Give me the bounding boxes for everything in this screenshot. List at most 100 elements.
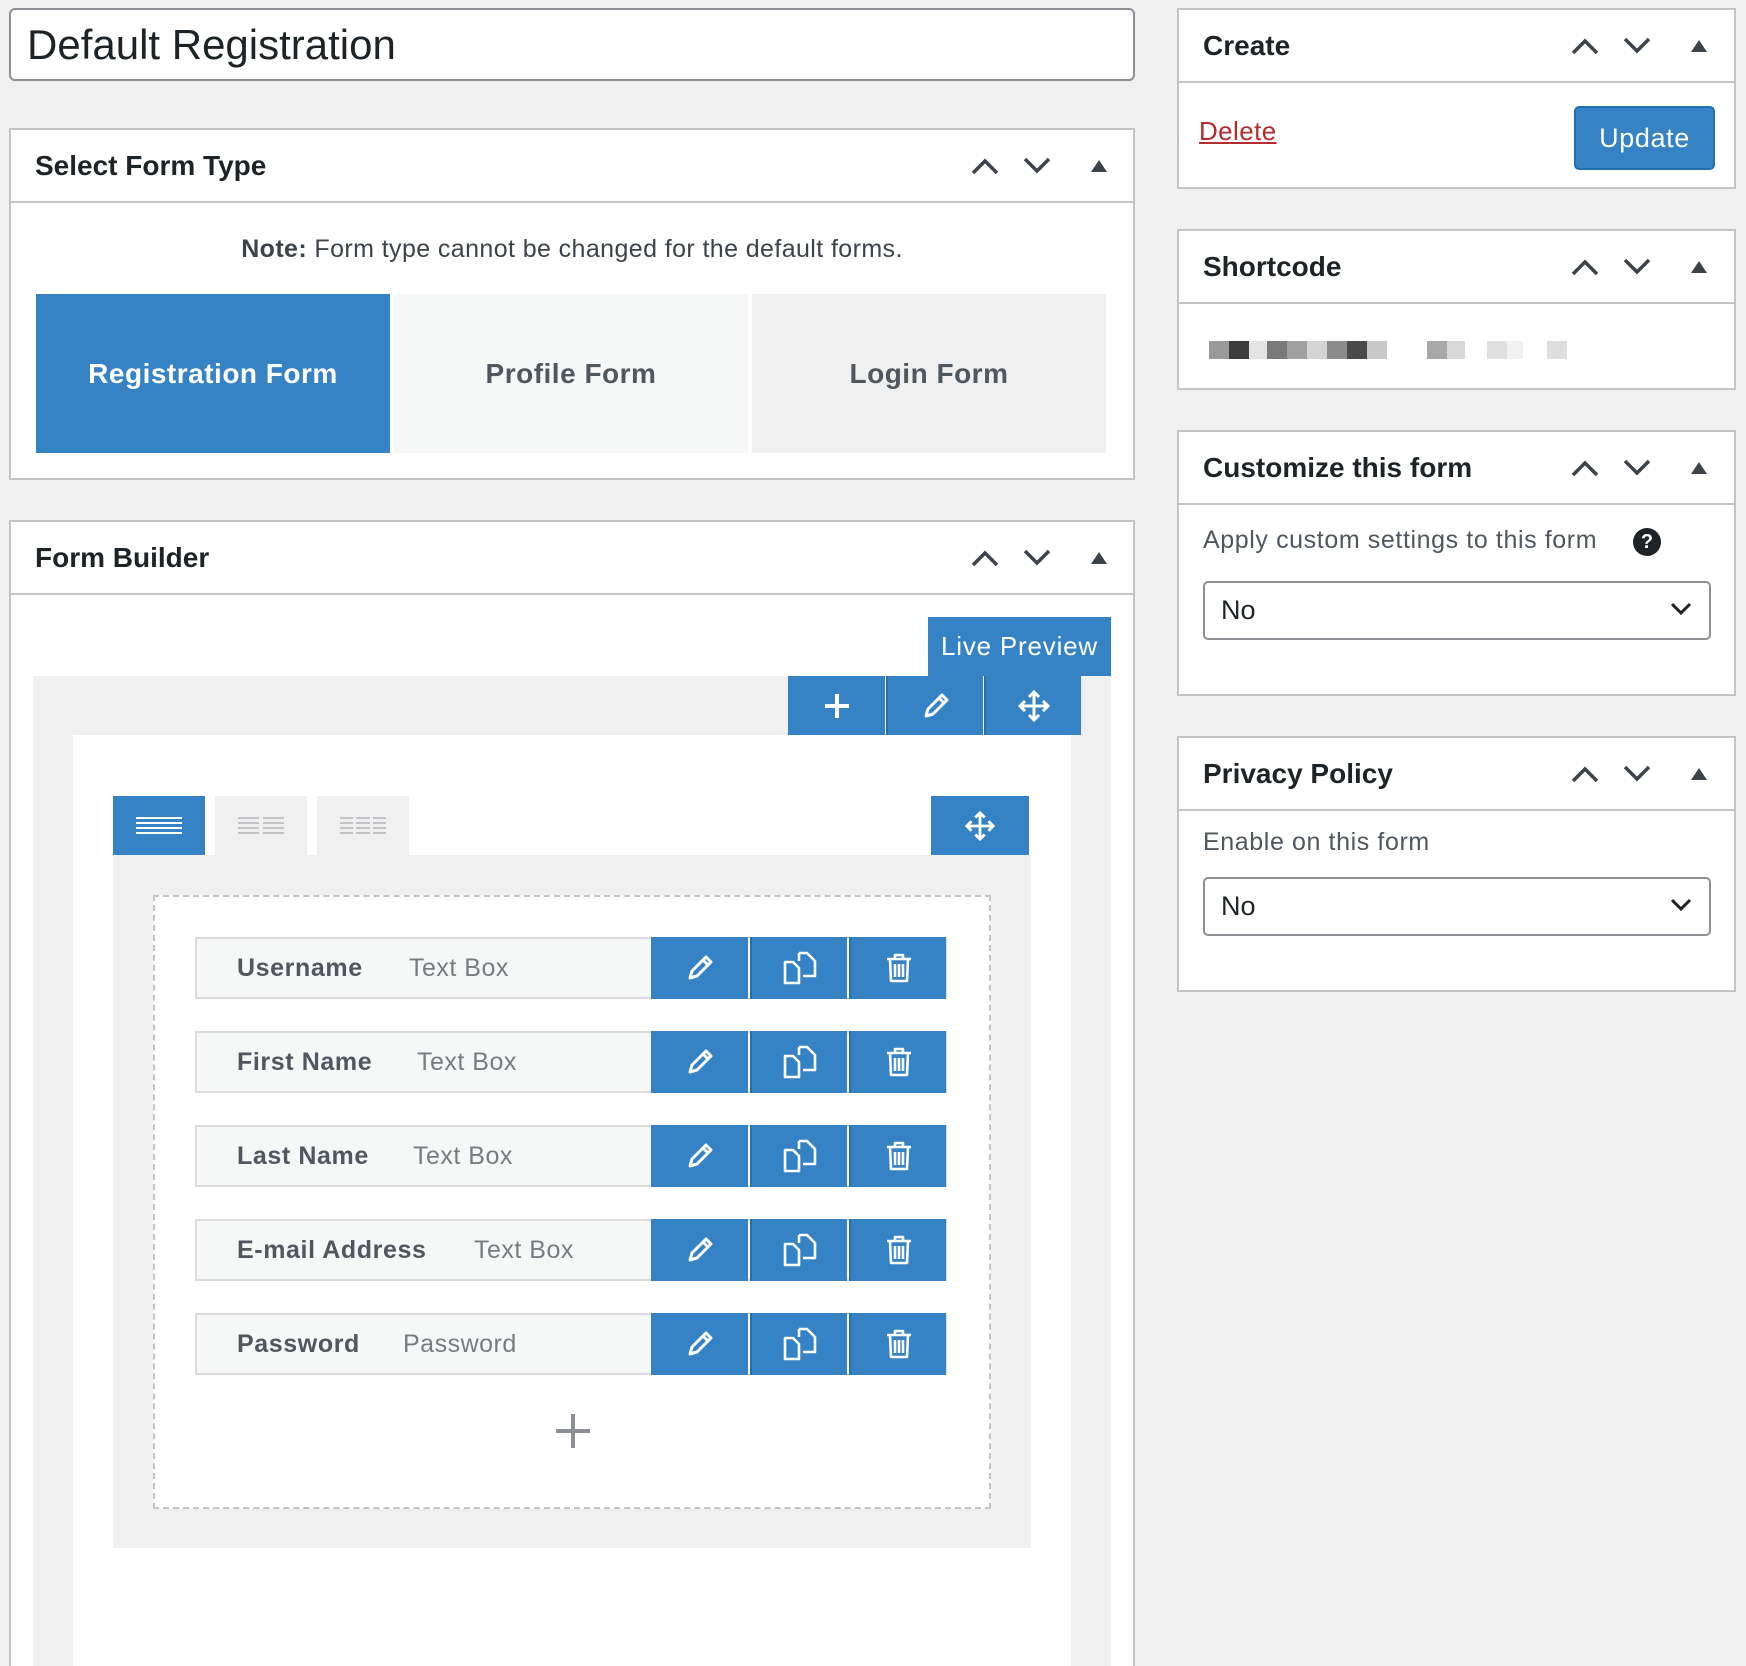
- move-down-icon[interactable]: [1619, 756, 1655, 792]
- edit-row-button[interactable]: [886, 676, 983, 735]
- duplicate-icon: [783, 1327, 816, 1361]
- add-field-button[interactable]: [551, 1409, 595, 1453]
- delete-field-button[interactable]: [849, 1125, 946, 1187]
- live-preview-button[interactable]: Live Preview: [928, 617, 1111, 676]
- field-label: Last Name: [237, 1142, 369, 1170]
- postbox-header: Customize this form: [1179, 432, 1734, 505]
- form-type-note: Note: Form type cannot be changed for th…: [11, 235, 1133, 264]
- postbox-header: Shortcode: [1179, 231, 1734, 304]
- delete-field-button[interactable]: [849, 1219, 946, 1281]
- move-up-icon[interactable]: [1567, 756, 1603, 792]
- chevron-down-icon: [1670, 602, 1692, 616]
- postbox-title: Privacy Policy: [1203, 758, 1393, 789]
- custom-settings-select[interactable]: No: [1203, 581, 1711, 640]
- field-type: Text Box: [417, 1048, 517, 1076]
- layout-three-column-tab[interactable]: [317, 796, 409, 855]
- two-column-icon: [238, 816, 284, 834]
- postbox-header: Form Builder: [11, 522, 1133, 595]
- select-value: No: [1221, 595, 1256, 625]
- postbox-title: Customize this form: [1203, 452, 1473, 483]
- pencil-icon: [688, 1143, 712, 1168]
- field-type: Text Box: [409, 954, 509, 982]
- postbox-header: Create: [1179, 10, 1734, 83]
- move-up-icon[interactable]: [1567, 28, 1603, 64]
- update-button[interactable]: Update: [1574, 106, 1715, 170]
- form-type-login[interactable]: Login Form: [752, 294, 1106, 453]
- duplicate-field-button[interactable]: [750, 1031, 847, 1093]
- field-drop-zone[interactable]: Username Text Box First Name Text Box La…: [153, 895, 991, 1509]
- duplicate-field-button[interactable]: [750, 1125, 847, 1187]
- move-down-icon[interactable]: [1019, 148, 1055, 184]
- toggle-panel-icon[interactable]: [1681, 249, 1717, 285]
- plus-icon: [556, 1414, 590, 1448]
- move-up-icon[interactable]: [1567, 450, 1603, 486]
- toggle-panel-icon[interactable]: [1081, 540, 1117, 576]
- move-up-icon[interactable]: [967, 148, 1003, 184]
- layout-two-column-tab[interactable]: [215, 796, 307, 855]
- postbox-title: Create: [1203, 30, 1291, 61]
- help-icon[interactable]: ?: [1633, 528, 1661, 556]
- add-row-button[interactable]: [788, 676, 885, 735]
- three-column-icon: [340, 816, 386, 834]
- field-label: Password: [237, 1330, 360, 1358]
- toggle-panel-icon[interactable]: [1681, 450, 1717, 486]
- field-type: Password: [403, 1330, 517, 1358]
- move-up-icon[interactable]: [1567, 249, 1603, 285]
- delete-link[interactable]: Delete: [1199, 116, 1277, 147]
- trash-icon: [886, 953, 911, 983]
- duplicate-icon: [783, 1233, 816, 1267]
- postbox-header: Select Form Type: [11, 130, 1133, 203]
- form-type-registration[interactable]: Registration Form: [36, 294, 390, 453]
- duplicate-field-button[interactable]: [750, 1219, 847, 1281]
- toggle-panel-icon[interactable]: [1081, 148, 1117, 184]
- form-row: Username Text Box First Name Text Box La…: [73, 735, 1071, 1666]
- pencil-icon: [924, 693, 948, 717]
- trash-icon: [886, 1235, 911, 1265]
- duplicate-icon: [783, 1139, 816, 1173]
- pencil-icon: [688, 1331, 712, 1356]
- move-row-button[interactable]: [984, 676, 1081, 735]
- edit-field-button[interactable]: [651, 1031, 748, 1093]
- duplicate-field-button[interactable]: [750, 1313, 847, 1375]
- move-down-icon[interactable]: [1619, 28, 1655, 64]
- shortcode-box: Shortcode: [1177, 229, 1736, 390]
- trash-icon: [886, 1329, 911, 1359]
- column-area: Username Text Box First Name Text Box La…: [113, 855, 1031, 1548]
- field-row-email[interactable]: E-mail Address Text Box: [195, 1219, 947, 1281]
- field-row-username[interactable]: Username Text Box: [195, 937, 947, 999]
- privacy-enable-select[interactable]: No: [1203, 877, 1711, 936]
- trash-icon: [886, 1047, 911, 1077]
- shortcode-value-blurred[interactable]: [1209, 341, 1589, 361]
- edit-field-button[interactable]: [651, 1219, 748, 1281]
- duplicate-field-button[interactable]: [750, 937, 847, 999]
- move-up-icon[interactable]: [967, 540, 1003, 576]
- toggle-panel-icon[interactable]: [1681, 28, 1717, 64]
- field-row-first-name[interactable]: First Name Text Box: [195, 1031, 947, 1093]
- note-label: Note:: [241, 235, 308, 263]
- postbox-title: Select Form Type: [35, 150, 267, 181]
- field-row-password[interactable]: Password Password: [195, 1313, 947, 1375]
- move-down-icon[interactable]: [1619, 450, 1655, 486]
- edit-field-button[interactable]: [651, 937, 748, 999]
- delete-field-button[interactable]: [849, 1313, 946, 1375]
- custom-settings-label: Apply custom settings to this form: [1203, 526, 1598, 554]
- form-title-input[interactable]: Default Registration: [9, 8, 1135, 81]
- note-text: Form type cannot be changed for the defa…: [307, 235, 903, 263]
- form-type-profile[interactable]: Profile Form: [394, 294, 748, 453]
- move-down-icon[interactable]: [1019, 540, 1055, 576]
- move-down-icon[interactable]: [1619, 249, 1655, 285]
- toggle-panel-icon[interactable]: [1681, 756, 1717, 792]
- edit-field-button[interactable]: [651, 1313, 748, 1375]
- field-row-last-name[interactable]: Last Name Text Box: [195, 1125, 947, 1187]
- plus-icon: [824, 693, 849, 718]
- delete-field-button[interactable]: [849, 937, 946, 999]
- move-icon: [964, 810, 996, 841]
- field-type: Text Box: [413, 1142, 513, 1170]
- layout-one-column-tab[interactable]: [113, 796, 205, 855]
- create-box: Create Delete Update: [1177, 8, 1736, 189]
- delete-field-button[interactable]: [849, 1031, 946, 1093]
- edit-field-button[interactable]: [651, 1125, 748, 1187]
- duplicate-icon: [783, 1045, 816, 1079]
- move-column-button[interactable]: [931, 796, 1029, 855]
- postbox-header: Privacy Policy: [1179, 738, 1734, 811]
